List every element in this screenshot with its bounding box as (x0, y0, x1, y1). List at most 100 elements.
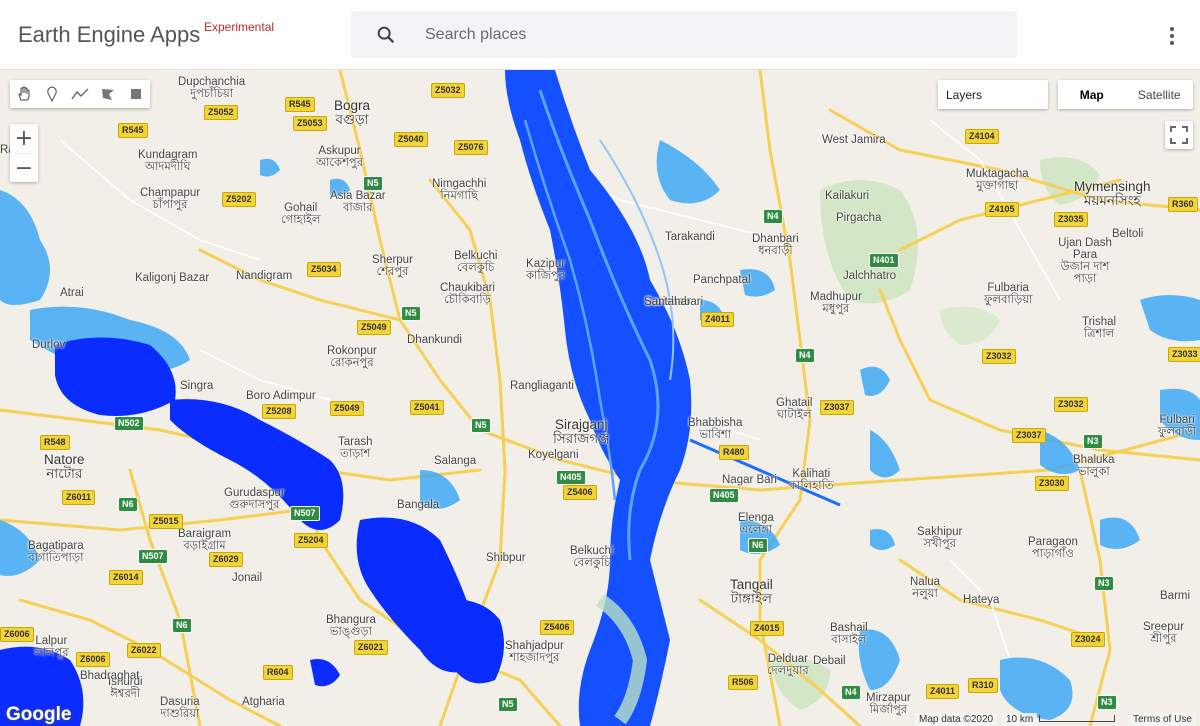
place-label: Bogra বগুড়া (334, 98, 371, 127)
road-shield: N5 (363, 176, 383, 191)
place-label: Champapur চাঁপাপুর (140, 187, 201, 211)
road-shield: N4 (795, 348, 815, 363)
place-label: Kundagram আদমদীঘি (138, 149, 198, 173)
road-shield: R548 (40, 435, 70, 450)
road-shield: Z5049 (330, 401, 364, 416)
place-label: Nalua নলুয়া (910, 576, 941, 600)
road-shield: N3 (1094, 576, 1114, 591)
app-header: Earth Engine Apps Experimental (0, 0, 1200, 70)
place-label: Santahar (644, 296, 691, 308)
road-shield: R360 (1168, 197, 1198, 212)
place-label: Shibpur (486, 552, 526, 564)
road-shield: N405 (556, 470, 586, 485)
map-type-map-button[interactable]: Map (1058, 80, 1126, 109)
road-shield: Z5204 (294, 533, 328, 548)
map-type-satellite-button[interactable]: Satellite (1126, 80, 1194, 109)
road-shield: Z6011 (62, 490, 96, 505)
road-shield: Z3030 (1035, 476, 1069, 491)
map-attribution[interactable]: Map data ©2020 (915, 713, 998, 726)
place-label: Nandigram (236, 270, 293, 282)
road-shield: R310 (968, 678, 998, 693)
layers-label: Layers (946, 88, 983, 102)
place-label: Fulbaria ফুলবাড়িয়া (984, 282, 1033, 306)
search-box[interactable] (351, 11, 1017, 58)
app-title: Earth Engine Apps (18, 22, 201, 47)
place-label: Nimgachhi নিমগাছি (432, 178, 487, 202)
road-shield: Z5015 (149, 514, 183, 529)
place-label: Mirzapur মির্জাপুর (866, 692, 911, 716)
place-label: Belkuchi বেলকুচি (454, 250, 498, 274)
map-type-control: Map Satellite (1058, 80, 1193, 109)
road-shield: Z5053 (293, 116, 327, 131)
road-shield: N4 (763, 209, 783, 224)
place-label: Dhankundi (407, 334, 462, 346)
hand-icon[interactable] (10, 80, 38, 108)
zoom-in-button[interactable]: + (10, 124, 38, 153)
place-label: West Jamira (822, 134, 886, 146)
place-label: Mymensingh ময়মনসিংহ (1074, 179, 1151, 208)
polyline-icon[interactable] (66, 80, 94, 108)
search-input[interactable] (423, 23, 987, 47)
road-shield: R604 (263, 665, 293, 680)
road-shield: Z6021 (354, 640, 388, 655)
place-label: Singra (180, 380, 214, 392)
place-label: Boro Adimpur (246, 390, 316, 402)
more-vert-icon[interactable] (1160, 24, 1184, 48)
place-label: Dhanbari ধনবাড়ী (752, 233, 799, 257)
place-label: Bhangura ভাঙ্গুড়া (326, 614, 376, 638)
polygon-icon[interactable] (94, 80, 122, 108)
road-shield: Z5040 (394, 132, 428, 147)
place-label: Kaligonj Bazar (135, 272, 210, 284)
road-shield: Z4104 (965, 129, 999, 144)
road-shield: N4 (841, 685, 861, 700)
place-label: Fulbari ফুলবাড়ী (1158, 414, 1197, 438)
google-logo: Google (6, 704, 72, 725)
place-label: Nagar Bari (722, 474, 777, 486)
place-label: Tarakandi (665, 231, 715, 243)
road-shield: Z6022 (127, 643, 161, 658)
place-label: Bhadraghat (80, 670, 140, 682)
place-label: Bashail বাসাইল (830, 622, 868, 646)
road-shield: Z3032 (1054, 397, 1088, 412)
road-shield: Z4011 (701, 312, 735, 327)
place-label: Tarash তাড়াশ (338, 436, 373, 460)
place-label: Jonail (232, 572, 263, 584)
road-shield: Z3033 (1168, 347, 1200, 362)
place-label: Hateya (963, 594, 1000, 606)
rectangle-icon[interactable] (122, 80, 150, 108)
fullscreen-button[interactable] (1165, 121, 1193, 149)
terms-link[interactable]: Terms of Use (1129, 713, 1196, 726)
road-shield: N5 (471, 418, 491, 433)
place-label: Gurudaspur গুরুদাসপুর (224, 487, 285, 511)
place-label: Lalpur লালপুর (34, 635, 69, 659)
road-shield: Z6029 (209, 552, 243, 567)
road-shield: Z5202 (222, 192, 256, 207)
road-shield: Z3024 (1071, 632, 1105, 647)
road-shield: R545 (285, 97, 315, 112)
search-icon[interactable] (375, 24, 397, 46)
marker-icon[interactable] (38, 80, 66, 108)
scale-label[interactable]: 10 km (1002, 713, 1038, 726)
road-shield: N3 (1083, 434, 1103, 449)
place-label: Sakhipur সখীপুর (917, 526, 963, 550)
place-label: Asia Bazar বাজার (330, 190, 386, 214)
place-label: Trishal ত্রিশাল (1082, 316, 1117, 340)
road-shield: Z5049 (357, 320, 391, 335)
drawing-toolbar (10, 80, 150, 108)
place-label: Baraigram বড়াইগ্রাম (178, 528, 232, 552)
place-label: Askupur আকেশপুর (316, 145, 364, 169)
road-shield: Z5208 (262, 404, 296, 419)
place-label: Bhabbisha ভাবিশা (688, 417, 743, 441)
fullscreen-icon (1170, 126, 1188, 144)
road-shield: N5 (498, 697, 518, 712)
layers-dropdown[interactable]: Layers (938, 80, 1048, 109)
map-canvas[interactable]: Bogra বগুড়া Dupchanchia দুপচাঁচিয়া Kunda… (0, 70, 1200, 726)
zoom-out-button[interactable]: − (10, 154, 38, 183)
road-shield: Z5041 (410, 400, 444, 415)
place-label: Paragaon পাড়াগাঁও (1028, 536, 1078, 560)
place-label: Kazipur কাজিপুর (526, 258, 566, 282)
place-label: Salanga (434, 455, 477, 467)
place-label: Rangliaganti (510, 380, 574, 392)
place-label: Elenga এলেঙ্গা (738, 512, 774, 536)
forest-area (940, 306, 1000, 345)
